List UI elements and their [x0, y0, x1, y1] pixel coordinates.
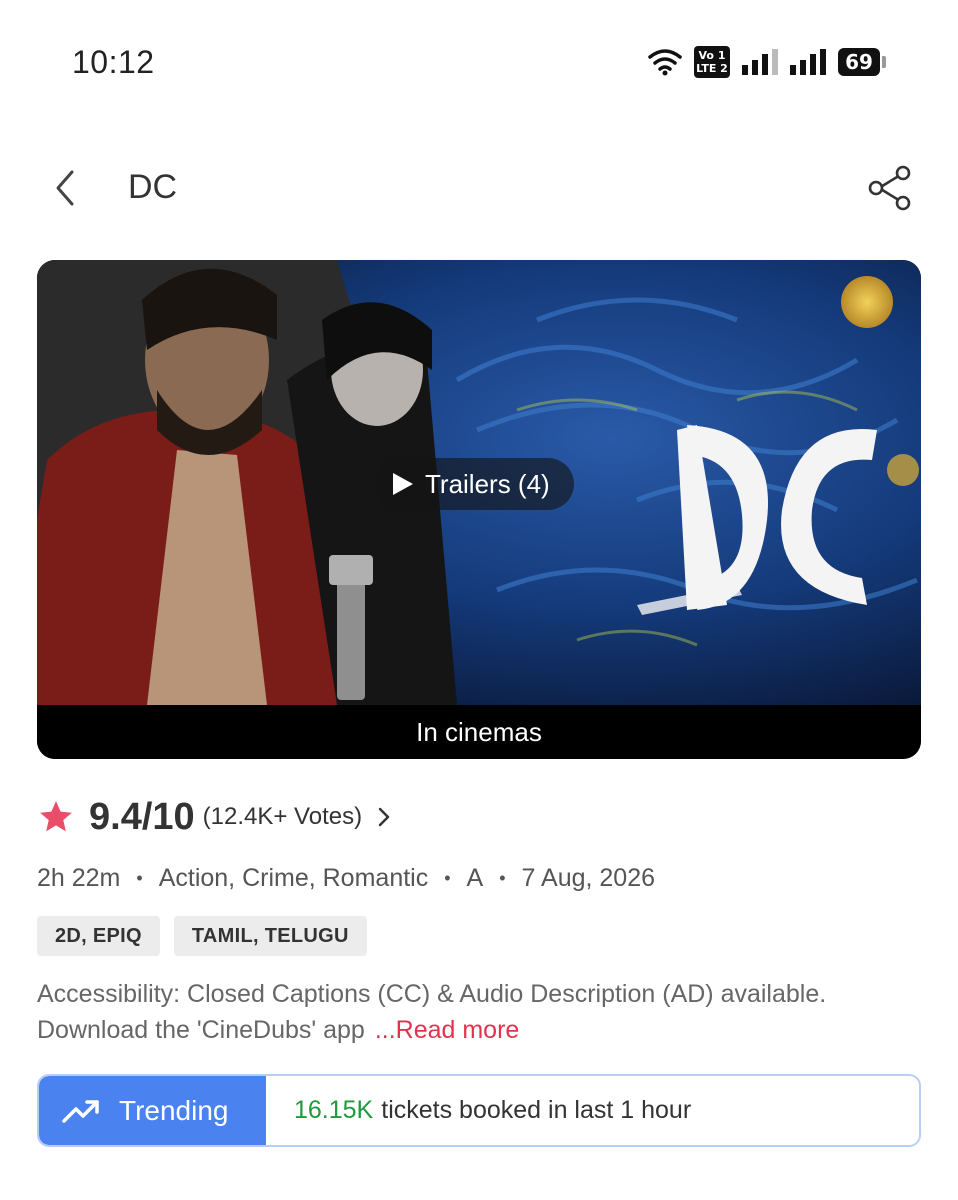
duration: 2h 22m — [37, 864, 121, 892]
rating-score: 9.4/10 — [89, 795, 195, 838]
share-icon — [868, 165, 911, 211]
release-date: 7 Aug, 2026 — [521, 864, 656, 892]
in-cinemas-label: In cinemas — [416, 716, 542, 747]
tickets-text: tickets booked in last 1 hour — [381, 1096, 692, 1124]
trending-banner: Trending 16.15K tickets booked in last 1… — [37, 1074, 921, 1147]
genres: Action, Crime, Romantic — [158, 864, 429, 892]
battery-icon: 69 — [838, 48, 886, 76]
description-line-1: Accessibility: Closed Captions (CC) & Au… — [37, 980, 827, 1008]
meta-separator: • — [499, 868, 506, 888]
trending-label-box: Trending — [39, 1076, 266, 1145]
trending-stats: 16.15K tickets booked in last 1 hour — [266, 1076, 919, 1145]
star-icon — [40, 801, 72, 832]
format-tag: 2D, EPIQ — [37, 916, 160, 956]
status-icons: Vo 1 LTE 2 69 — [648, 44, 886, 80]
language-tag: TAMIL, TELUGU — [173, 916, 367, 956]
certificate: A — [466, 864, 484, 892]
chevron-right-icon — [378, 807, 390, 827]
volte-top-label: Vo 1 — [698, 49, 726, 62]
status-bar: 10:12 Vo 1 LTE 2 69 — [0, 0, 958, 120]
description-line-2-text: Download the 'CineDubs' app — [37, 1016, 365, 1044]
movie-poster[interactable]: Trailers (4) In cinemas — [37, 260, 921, 759]
trending-label: Trending — [119, 1094, 229, 1126]
description-line-2: Download the 'CineDubs' app ...Read more — [37, 1012, 917, 1048]
meta-separator: • — [444, 868, 451, 888]
in-cinemas-strip: In cinemas — [37, 705, 921, 759]
movie-meta: 2h 22m • Action, Crime, Romantic • A • 7… — [37, 864, 655, 893]
volte-badge: Vo 1 LTE 2 — [694, 46, 730, 78]
volte-bottom-label: LTE 2 — [696, 62, 728, 75]
battery-level: 69 — [838, 48, 880, 76]
tickets-count: 16.15K — [294, 1096, 374, 1124]
format-tags: 2D, EPIQ TAMIL, TELUGU — [37, 916, 367, 956]
accessibility-description: Accessibility: Closed Captions (CC) & Au… — [37, 976, 917, 1048]
trailers-button[interactable]: Trailers (4) — [375, 458, 574, 510]
meta-separator: • — [136, 868, 143, 888]
rating-votes: (12.4K+ Votes) — [202, 803, 363, 830]
chevron-left-icon — [56, 170, 74, 206]
wifi-icon — [648, 49, 682, 76]
status-time: 10:12 — [72, 44, 155, 80]
share-button[interactable] — [864, 162, 916, 214]
trailers-label: Trailers (4) — [425, 468, 550, 499]
read-more-link[interactable]: ...Read more — [375, 1016, 520, 1044]
moon-shape — [841, 276, 893, 328]
page-title: DC — [128, 168, 178, 206]
signal-strength-icon-2 — [790, 49, 826, 75]
rating-row[interactable]: 9.4/10 (12.4K+ Votes) — [37, 794, 392, 840]
play-icon — [393, 473, 413, 495]
trending-up-icon — [62, 1099, 99, 1123]
page-header: DC — [0, 150, 958, 226]
signal-strength-icon — [742, 49, 778, 75]
back-button[interactable] — [46, 168, 86, 208]
